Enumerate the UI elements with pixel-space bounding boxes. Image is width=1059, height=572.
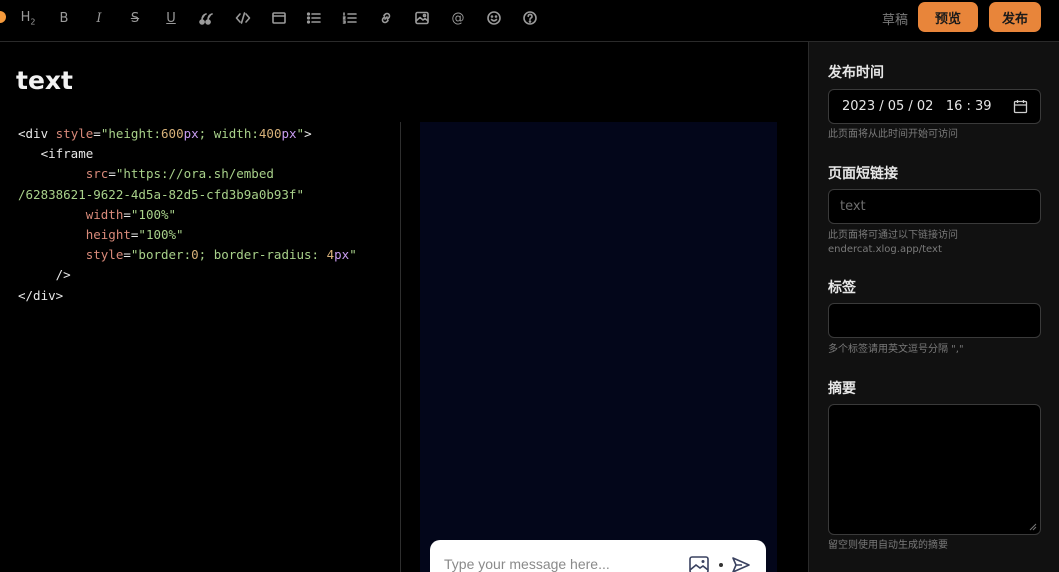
resize-handle-icon[interactable] [1029, 523, 1037, 531]
slug-url: endercat.xlog.app/text [828, 244, 942, 255]
publish-time-input[interactable]: 2023 / 05 / 02 16 : 39 [828, 89, 1041, 124]
mention-icon[interactable]: @ [447, 7, 469, 29]
publish-time-value: 2023 / 05 / 02 16 : 39 [842, 99, 992, 114]
slug-label: 页面短链接 [828, 166, 898, 182]
settings-sidebar: 发布时间 2023 / 05 / 02 16 : 39 此页面将从此时间开始可访… [808, 42, 1059, 572]
bold-icon[interactable]: B [53, 7, 75, 29]
tags-help: 多个标签请用英文逗号分隔 "," [828, 344, 964, 355]
help-icon[interactable] [519, 7, 541, 29]
calendar-icon[interactable] [1013, 99, 1028, 114]
send-icon[interactable] [730, 554, 752, 572]
draft-status: 草稿 [882, 13, 909, 28]
ordered-list-icon[interactable] [339, 7, 361, 29]
code-editor[interactable]: <div style="height:600px; width:400px"> … [18, 124, 357, 306]
tags-input[interactable] [828, 303, 1041, 338]
tags-label: 标签 [828, 280, 856, 296]
strikethrough-icon[interactable]: S [124, 7, 146, 29]
page-title[interactable]: text [16, 66, 73, 95]
editor-toolbar: H2 B I S U @ 草稿 预览 发布 [0, 0, 1059, 42]
summary-label: 摘要 [828, 381, 856, 397]
embed-preview [420, 122, 777, 572]
publish-time-label: 发布时间 [828, 65, 884, 81]
chat-input-box[interactable]: Type your message here... [430, 540, 766, 572]
italic-icon[interactable]: I [88, 7, 110, 29]
slug-placeholder: text [840, 199, 866, 214]
link-icon[interactable] [375, 7, 397, 29]
summary-help: 留空则使用自动生成的摘要 [828, 540, 948, 551]
attach-image-icon[interactable] [688, 555, 710, 572]
preview-button[interactable]: 预览 [918, 2, 978, 32]
underline-icon[interactable]: U [160, 7, 182, 29]
emoji-icon[interactable] [483, 7, 505, 29]
bullet-list-icon[interactable] [303, 7, 325, 29]
editor-preview-divider [400, 122, 401, 572]
separator-dot [719, 563, 723, 567]
publish-time-help: 此页面将从此时间开始可访问 [828, 129, 958, 140]
code-icon[interactable] [232, 7, 254, 29]
slug-help: 此页面将可通过以下链接访问 [828, 230, 958, 241]
quote-icon[interactable] [196, 7, 218, 29]
publish-button[interactable]: 发布 [989, 2, 1041, 32]
heading-icon[interactable]: H2 [17, 7, 39, 29]
summary-textarea[interactable] [828, 404, 1041, 535]
image-icon[interactable] [411, 7, 433, 29]
embed-icon[interactable] [268, 7, 290, 29]
status-dot [0, 11, 6, 23]
slug-input[interactable]: text [828, 189, 1041, 224]
chat-message-input[interactable]: Type your message here... [444, 556, 610, 572]
